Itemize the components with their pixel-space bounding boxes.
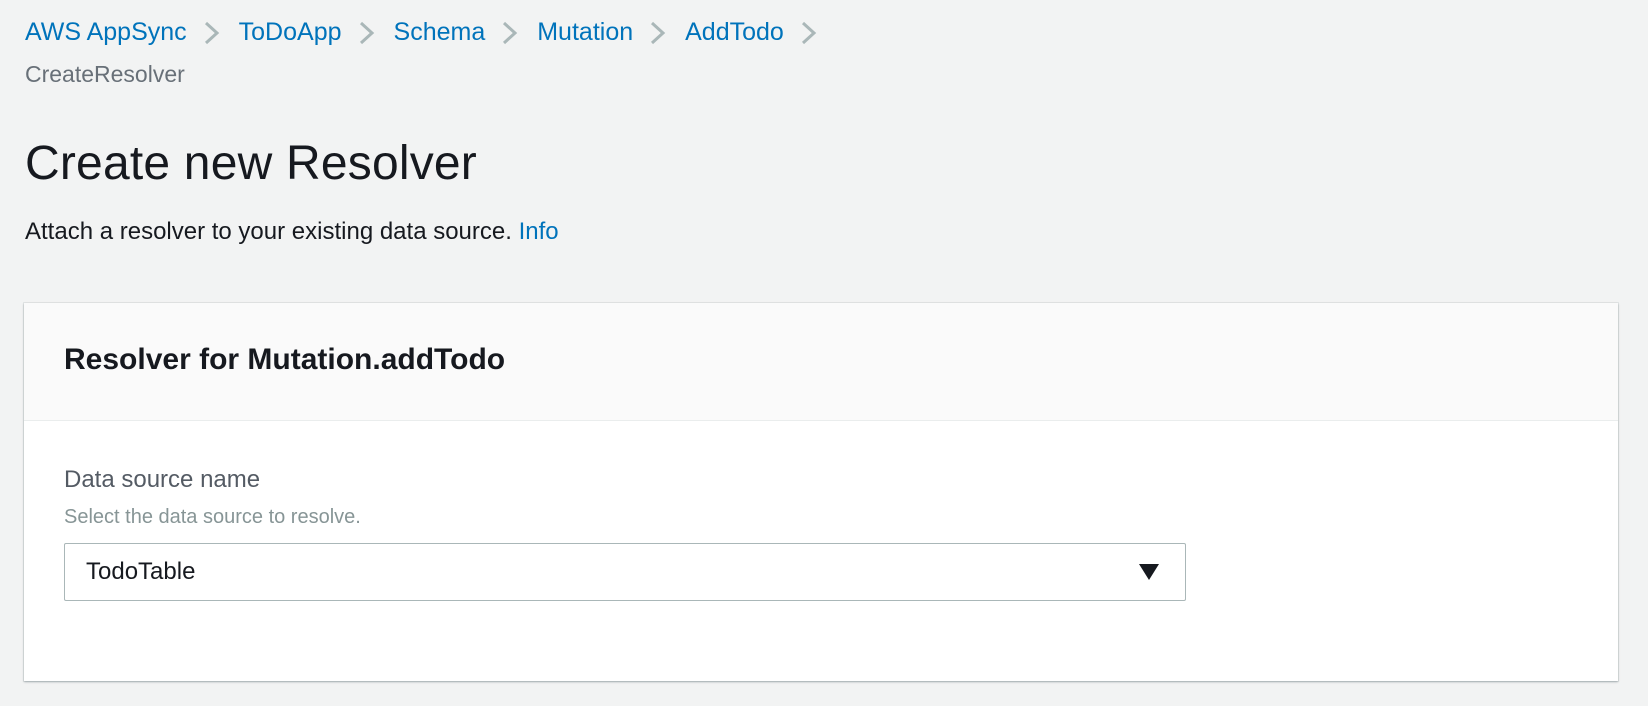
breadcrumb-link-mutation[interactable]: Mutation [537,18,633,47]
page-description-text: Attach a resolver to your existing data … [25,218,512,245]
chevron-right-icon [784,10,836,54]
breadcrumb-link-appsync[interactable]: AWS AppSync [25,18,187,47]
chevron-right-icon [342,10,394,54]
data-source-hint: Select the data source to resolve. [64,506,361,528]
data-source-label: Data source name [64,466,261,493]
data-source-selected-value: TodoTable [86,558,196,585]
info-link[interactable]: Info [519,218,559,245]
data-source-select[interactable]: TodoTable [64,543,1186,601]
breadcrumb-link-schema[interactable]: Schema [394,18,486,47]
breadcrumb-link-todoapp[interactable]: ToDoApp [239,18,342,47]
caret-down-icon [1139,564,1159,585]
page-title: Create new Resolver [25,137,477,190]
breadcrumb-current: CreateResolver [25,61,185,87]
breadcrumb-link-addtodo[interactable]: AddTodo [685,18,784,47]
chevron-right-icon [187,10,239,54]
resolver-card: Resolver for Mutation.addTodo Data sourc… [24,303,1618,681]
breadcrumb: AWS AppSync ToDoApp Schema Mutation AddT… [25,10,1585,90]
chevron-right-icon [485,10,537,54]
breadcrumb-row: AWS AppSync ToDoApp Schema Mutation AddT… [25,10,1585,54]
page-description: Attach a resolver to your existing data … [25,218,559,246]
card-title: Resolver for Mutation.addTodo [64,343,506,376]
chevron-right-icon [633,10,685,54]
card-header: Resolver for Mutation.addTodo [24,303,1618,421]
